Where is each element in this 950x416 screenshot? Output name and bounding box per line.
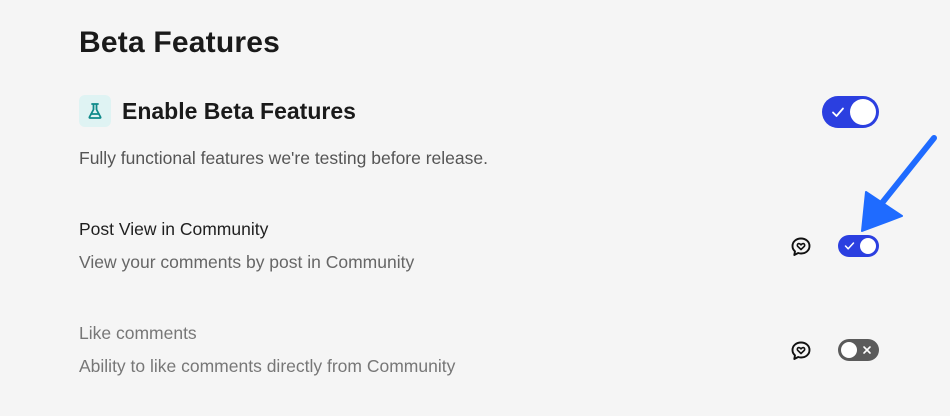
check-icon [832,107,844,117]
annotation-arrow-icon [861,135,937,232]
toggle-knob [850,99,876,125]
comment-heart-icon [791,237,811,256]
beta-features-row: Enable Beta Features [79,95,356,127]
page-title: Beta Features [79,26,281,59]
check-icon [844,242,855,250]
post-view-toggle[interactable] [838,235,879,257]
beta-features-description: Fully functional features we're testing … [79,148,488,168]
toggle-knob [860,238,876,254]
flask-badge [79,95,111,127]
beta-features-toggle[interactable] [822,96,879,128]
feature-description-like-comments: Ability to like comments directly from C… [79,356,456,376]
feature-description-post-view: View your comments by post in Community [79,252,415,272]
feature-title-like-comments: Like comments [79,323,197,343]
beta-features-title: Enable Beta Features [122,97,356,124]
flask-icon [88,103,102,119]
toggle-knob [841,342,857,358]
x-icon [863,346,871,354]
like-comments-toggle[interactable] [838,339,879,361]
comment-heart-icon [791,341,811,360]
feature-title-post-view: Post View in Community [79,219,269,239]
